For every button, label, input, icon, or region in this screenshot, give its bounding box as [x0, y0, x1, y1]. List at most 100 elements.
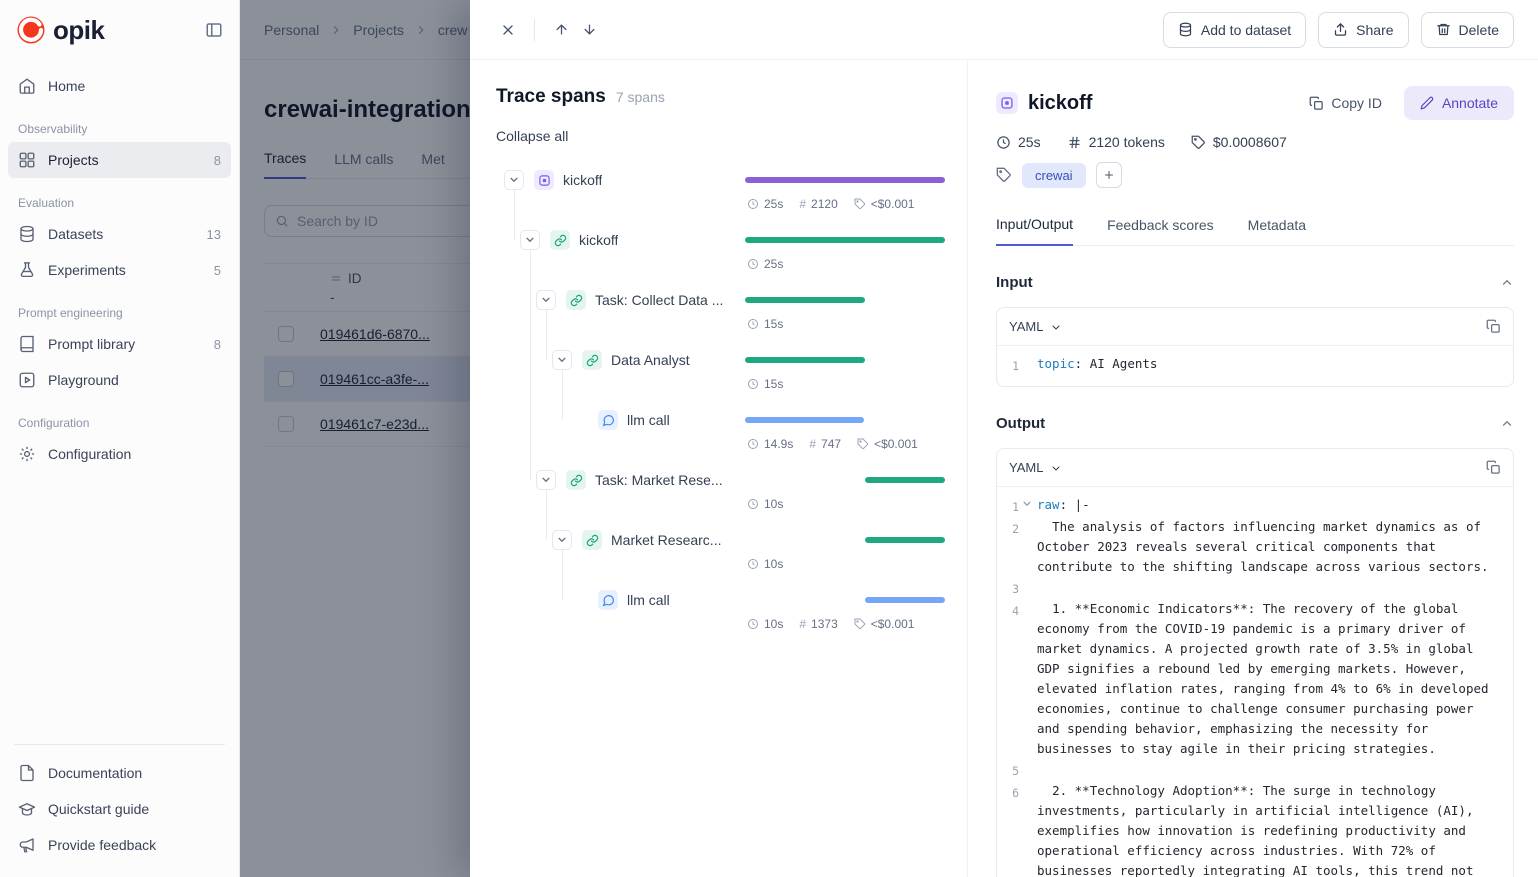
- detail-tabs: Input/Output Feedback scores Metadata: [996, 216, 1514, 246]
- sidebar-item-label: Documentation: [48, 765, 142, 781]
- expand-chevron-icon[interactable]: [536, 470, 556, 490]
- spans-count: 7 spans: [616, 89, 665, 105]
- next-trace-arrow-down-icon[interactable]: [575, 16, 603, 44]
- duration-icon: [747, 258, 759, 270]
- span-row[interactable]: kickoff25s: [470, 226, 967, 286]
- price-tag-icon: [1191, 135, 1206, 150]
- cost-icon: [854, 198, 866, 210]
- sidebar-item-label: Playground: [48, 372, 119, 388]
- expand-chevron-icon[interactable]: [552, 530, 572, 550]
- output-section-header[interactable]: Output: [996, 415, 1514, 432]
- span-row[interactable]: Task: Market Rese...10s: [470, 466, 967, 526]
- code-text: topic: AI Agents: [1037, 354, 1501, 376]
- cost-icon: [854, 618, 866, 630]
- sidebar-item-playground[interactable]: Playground: [8, 362, 231, 398]
- add-tag-button[interactable]: [1096, 162, 1122, 188]
- flask-icon: [18, 261, 36, 279]
- close-icon[interactable]: [494, 16, 522, 44]
- section-label-configuration: Configuration: [8, 398, 231, 436]
- tab-feedback-scores[interactable]: Feedback scores: [1107, 216, 1214, 245]
- span-metrics: 14.9s#747<$0.001: [747, 437, 918, 451]
- share-button[interactable]: Share: [1318, 12, 1408, 48]
- tag-icon: [996, 167, 1012, 183]
- copy-id-button[interactable]: Copy ID: [1309, 95, 1382, 111]
- span-row[interactable]: kickoff25s#2120<$0.001: [470, 166, 967, 226]
- sidebar-item-label: Datasets: [48, 226, 103, 242]
- fold-chevron-icon[interactable]: [1021, 495, 1033, 517]
- input-section-header[interactable]: Input: [996, 274, 1514, 291]
- expand-chevron-icon[interactable]: [504, 170, 524, 190]
- expand-chevron-icon[interactable]: [520, 230, 540, 250]
- tag-chip-crewai[interactable]: crewai: [1022, 163, 1086, 188]
- projects-count-badge: 8: [214, 153, 221, 168]
- chevron-up-icon[interactable]: [1500, 417, 1514, 431]
- opik-logo[interactable]: opik: [16, 15, 104, 46]
- span-duration: 15s: [747, 317, 783, 331]
- span-metrics: 10s: [747, 497, 783, 511]
- expand-chevron-icon[interactable]: [552, 350, 572, 370]
- collapse-all-button[interactable]: Collapse all: [496, 128, 568, 144]
- duration-bar: [745, 357, 865, 363]
- sidebar-item-label: Configuration: [48, 446, 131, 462]
- delete-button[interactable]: Delete: [1421, 12, 1514, 48]
- duration-icon: [747, 498, 759, 510]
- trace-panel: Add to dataset Share Delete Trace spans …: [470, 0, 1538, 877]
- collapse-sidebar-icon[interactable]: [205, 21, 223, 39]
- sidebar-item-prompt-library[interactable]: Prompt library 8: [8, 326, 231, 362]
- span-metrics: 15s: [747, 377, 783, 391]
- tab-metadata[interactable]: Metadata: [1248, 216, 1306, 245]
- span-detail-column: kickoff Copy ID Annotate 25s 2120 toke: [968, 60, 1538, 877]
- output-code-box: YAML 1raw: |-2 The analysis of factors i…: [996, 448, 1514, 877]
- copy-output-icon[interactable]: [1486, 460, 1501, 475]
- sidebar-item-documentation[interactable]: Documentation: [8, 755, 231, 791]
- chain-icon: [550, 230, 570, 250]
- code-line: 3: [1005, 577, 1501, 599]
- section-label-evaluation: Evaluation: [8, 178, 231, 216]
- input-label: Input: [996, 274, 1033, 291]
- sidebar-item-label: Experiments: [48, 262, 126, 278]
- sidebar-item-datasets[interactable]: Datasets 13: [8, 216, 231, 252]
- sidebar-item-home[interactable]: Home: [8, 68, 231, 104]
- annotate-button[interactable]: Annotate: [1404, 86, 1514, 120]
- span-row[interactable]: Market Researc...10s: [470, 526, 967, 586]
- duration-bar: [865, 597, 945, 603]
- copy-input-icon[interactable]: [1486, 319, 1501, 334]
- sidebar-item-label: Quickstart guide: [48, 801, 149, 817]
- span-row[interactable]: llm call14.9s#747<$0.001: [470, 406, 967, 466]
- logo-wordmark: opik: [53, 15, 104, 46]
- panel-toolbar: Add to dataset Share Delete: [470, 0, 1538, 60]
- sidebar-item-quickstart[interactable]: Quickstart guide: [8, 791, 231, 827]
- duration-stat: 25s: [996, 134, 1041, 150]
- tree-connector: [546, 310, 547, 360]
- tab-input-output[interactable]: Input/Output: [996, 216, 1073, 246]
- gear-icon: [18, 445, 36, 463]
- experiments-count-badge: 5: [214, 263, 221, 278]
- sidebar-item-feedback[interactable]: Provide feedback: [8, 827, 231, 863]
- button-label: Annotate: [1442, 95, 1498, 111]
- span-row[interactable]: Data Analyst 15s: [470, 346, 967, 406]
- span-duration: 14.9s: [747, 437, 793, 451]
- input-format-select[interactable]: YAML: [1009, 319, 1062, 334]
- chevron-up-icon[interactable]: [1500, 276, 1514, 290]
- span-row[interactable]: llm call10s#1373<$0.001: [470, 586, 967, 646]
- sidebar-item-experiments[interactable]: Experiments 5: [8, 252, 231, 288]
- span-cost: <$0.001: [854, 617, 915, 631]
- span-stats: 25s 2120 tokens $0.0008607: [996, 134, 1514, 150]
- fold-spacer: [1021, 517, 1033, 577]
- trace-icon: [534, 170, 554, 190]
- code-text: raw: |-: [1037, 495, 1501, 517]
- duration-bar-track: [745, 237, 945, 243]
- sidebar-item-configuration[interactable]: Configuration: [8, 436, 231, 472]
- line-number: 1: [1005, 495, 1019, 517]
- output-format-select[interactable]: YAML: [1009, 460, 1062, 475]
- expand-chevron-icon[interactable]: [536, 290, 556, 310]
- span-label: Market Researc...: [611, 532, 721, 548]
- previous-trace-arrow-up-icon[interactable]: [547, 16, 575, 44]
- sidebar-item-projects[interactable]: Projects 8: [8, 142, 231, 178]
- copy-icon: [1309, 96, 1324, 111]
- duration-bar: [745, 237, 945, 243]
- add-to-dataset-button[interactable]: Add to dataset: [1163, 12, 1306, 48]
- span-row[interactable]: Task: Collect Data ...15s: [470, 286, 967, 346]
- code-line: 4 1. **Economic Indicators**: The recove…: [1005, 599, 1501, 759]
- span-label: Data Analyst: [611, 352, 690, 368]
